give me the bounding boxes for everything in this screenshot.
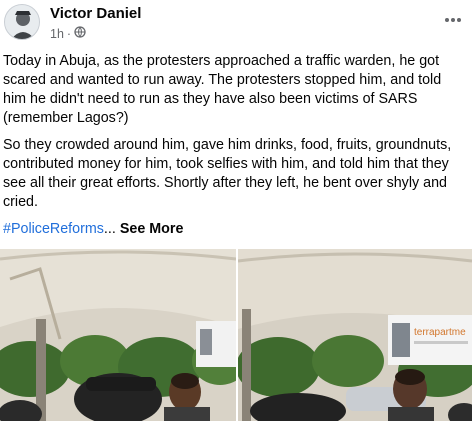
avatar-image (5, 5, 39, 39)
author-name[interactable]: Victor Daniel (50, 5, 141, 22)
avatar[interactable] (4, 4, 40, 40)
post-paragraph-1: Today in Abuja, as the protesters approa… (3, 53, 442, 126)
protest-photo-right: terrapartme (238, 249, 472, 421)
banner-text: terrapartme (414, 327, 466, 338)
post-body: Today in Abuja, as the protesters approa… (3, 52, 465, 239)
globe-icon (74, 26, 86, 41)
meta-separator: · (66, 26, 72, 41)
photo-right[interactable]: terrapartme (238, 249, 472, 421)
post-header: Victor Daniel 1h · (0, 0, 472, 48)
photo-left[interactable] (0, 249, 236, 421)
hashtag-line: #PoliceReforms... See More (3, 220, 465, 239)
post-time[interactable]: 1h (50, 27, 64, 41)
post-paragraph-2: So they crowded around him, gave him dri… (3, 137, 452, 210)
ellipsis: ... (103, 221, 116, 237)
see-more-button[interactable]: See More (120, 221, 184, 237)
more-options-icon[interactable] (444, 12, 462, 23)
photo-grid: terrapartme (0, 249, 472, 421)
hashtag-link[interactable]: #PoliceReforms (3, 221, 104, 237)
post-meta: 1h · (50, 26, 86, 41)
protest-photo-left (0, 249, 236, 421)
